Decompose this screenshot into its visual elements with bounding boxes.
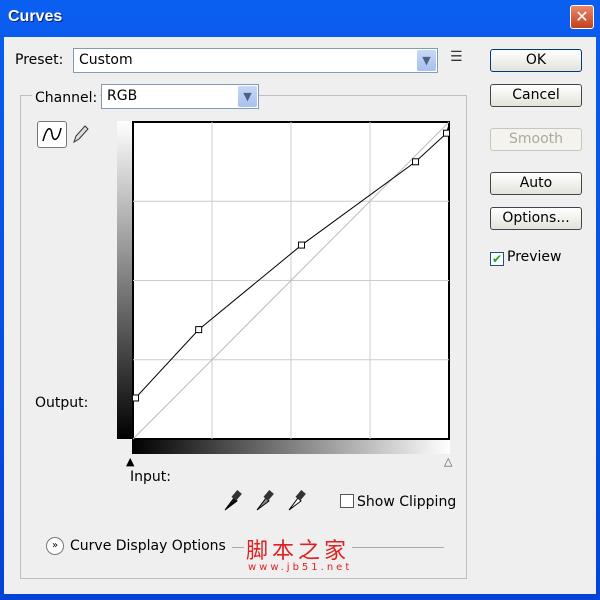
output-gradient-bar [117,121,132,439]
channel-label: Channel: [32,90,101,106]
dialog-body: Preset: Custom ▼ ☰ Channel: RGB ▼ Output: … [4,37,596,594]
preset-menu-icon[interactable]: ☰ [450,49,463,65]
channel-value: RGB [107,88,138,104]
curve-icon [42,127,62,142]
output-label: Output: [35,395,89,411]
curve-control-point[interactable] [132,394,139,402]
checkbox-box [340,494,354,508]
curve-display-options-toggle[interactable]: » Curve Display Options [46,537,226,555]
watermark-url: www.jb51.net [248,562,353,573]
auto-button[interactable]: Auto [490,172,582,195]
window-title: Curves [8,8,63,25]
curve-display-options-label: Curve Display Options [70,538,226,554]
curve-control-point[interactable] [412,158,420,166]
black-eyedropper-icon[interactable] [222,489,242,513]
black-point-slider[interactable]: ▲ [126,455,134,468]
watermark: 脚本之家 [244,533,353,565]
preset-label: Preset: [15,52,64,68]
chevron-down-icon: ▼ [238,86,257,107]
chevron-down-icon: ▼ [417,50,436,71]
preset-select[interactable]: Custom ▼ [73,48,438,73]
preview-label: Preview [507,249,562,265]
preview-checkbox[interactable]: ✔ Preview [490,249,562,266]
input-label: Input: [130,469,171,485]
curve-control-point[interactable] [298,241,306,249]
curve-tool-button[interactable] [37,121,67,148]
options-button[interactable]: Options... [490,207,582,230]
pencil-tool-button[interactable] [70,123,90,149]
input-gradient-bar [132,440,450,454]
show-clipping-label: Show Clipping [357,494,457,510]
expand-chevron-icon: » [46,537,64,555]
close-button[interactable]: ✕ [570,5,594,29]
curves-dialog: Curves ✕ Preset: Custom ▼ ☰ Channel: RGB ▼… [0,0,600,600]
curve-graph[interactable] [132,121,450,440]
pencil-icon [73,125,89,144]
white-point-slider[interactable]: △ [444,455,452,468]
preset-value: Custom [79,52,133,68]
curve-control-point[interactable] [443,129,450,137]
curve-control-point[interactable] [195,326,203,334]
check-icon: ✔ [490,252,504,266]
show-clipping-checkbox[interactable]: Show Clipping [340,494,456,510]
channel-select[interactable]: RGB ▼ [101,84,259,109]
white-eyedropper-icon[interactable] [286,489,306,513]
smooth-button[interactable]: Smooth [490,128,582,151]
gray-eyedropper-icon[interactable] [254,489,274,513]
ok-button[interactable]: OK [490,49,582,72]
cancel-button[interactable]: Cancel [490,84,582,107]
eyedroppers [222,489,306,513]
